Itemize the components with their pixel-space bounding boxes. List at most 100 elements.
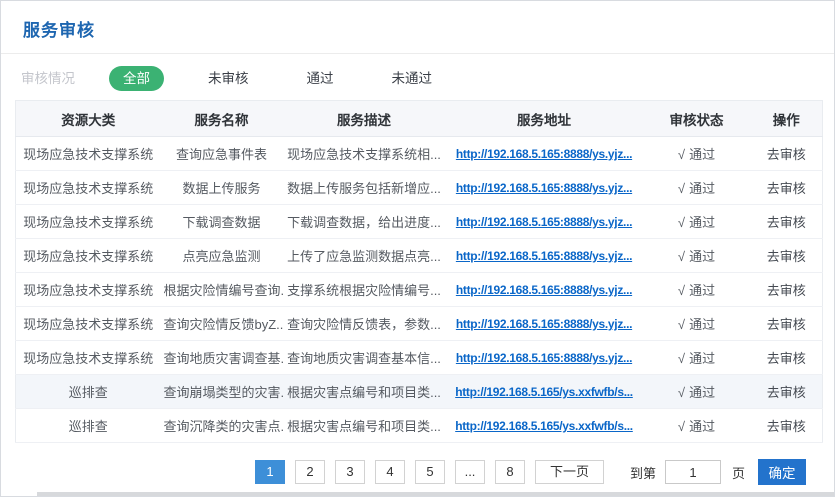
status-label: 通过 bbox=[689, 215, 715, 230]
cell-action: 去审核 bbox=[751, 375, 823, 409]
cell-url: http://192.168.5.165:8888/ys.yjz... bbox=[446, 307, 643, 341]
page-title: 服务审核 bbox=[1, 1, 834, 53]
table-row: 现场应急技术支撑系统 查询灾险情反馈byZ... 查询灾险情反馈表，参数... … bbox=[16, 307, 823, 341]
cell-description: 数据上传服务包括新增应... bbox=[283, 171, 446, 205]
table-row: 巡排查 查询崩塌类型的灾害... 根据灾害点编号和项目类... http://1… bbox=[16, 375, 823, 409]
next-page-button[interactable]: 下一页 bbox=[535, 460, 604, 484]
column-header-status: 审核状态 bbox=[643, 101, 751, 137]
review-action-link[interactable]: 去审核 bbox=[767, 215, 806, 230]
cell-name: 查询应急事件表 bbox=[161, 137, 283, 171]
goto-page-prefix-label: 到第 bbox=[630, 463, 656, 482]
cell-name: 根据灾险情编号查询... bbox=[161, 273, 283, 307]
cell-category: 巡排查 bbox=[16, 409, 161, 443]
check-icon: √ bbox=[678, 181, 685, 196]
service-url-link[interactable]: http://192.168.5.165:8888/ys.yjz... bbox=[456, 147, 632, 161]
cell-action: 去审核 bbox=[751, 273, 823, 307]
filter-options: 全部 未审核 通过 未通过 bbox=[109, 67, 476, 88]
status-label: 通过 bbox=[689, 181, 715, 196]
cell-status: √通过 bbox=[643, 239, 751, 273]
check-icon: √ bbox=[678, 351, 685, 366]
cell-category: 现场应急技术支撑系统 bbox=[16, 307, 161, 341]
cell-name: 查询灾险情反馈byZ... bbox=[161, 307, 283, 341]
review-status-filter-bar: 审核情况 全部未审核通过未通过 bbox=[1, 54, 834, 100]
page-number-button[interactable]: 8 bbox=[495, 460, 525, 484]
cell-description: 上传了应急监测数据点亮... bbox=[283, 239, 446, 273]
table-header: 资源大类 服务名称 服务描述 服务地址 审核状态 操作 bbox=[16, 101, 823, 137]
table-body: 现场应急技术支撑系统 查询应急事件表 现场应急技术支撑系统相... http:/… bbox=[16, 137, 823, 443]
filter-option[interactable]: 通过 bbox=[293, 66, 348, 91]
filter-option[interactable]: 未通过 bbox=[378, 66, 447, 91]
goto-page-input[interactable] bbox=[665, 460, 721, 484]
cell-name: 查询地质灾害调查基... bbox=[161, 341, 283, 375]
cell-status: √ 通过 bbox=[643, 171, 751, 205]
cell-url: http://192.168.5.165/ys.xxfwfb/s... bbox=[446, 409, 643, 443]
cell-description: 查询灾险情反馈表，参数... bbox=[283, 307, 446, 341]
check-icon: √ bbox=[678, 385, 685, 400]
page-number-button[interactable]: 5 bbox=[415, 460, 445, 484]
table-row: 现场应急技术支撑系统 查询应急事件表 现场应急技术支撑系统相... http:/… bbox=[16, 137, 823, 171]
service-url-link[interactable]: http://192.168.5.165:8888/ys.yjz... bbox=[456, 181, 632, 195]
cell-category: 现场应急技术支撑系统 bbox=[16, 273, 161, 307]
cell-action: 去审核 bbox=[751, 409, 823, 443]
column-header-category: 资源大类 bbox=[16, 101, 161, 137]
table-row: 现场应急技术支撑系统 下载调查数据 下载调查数据，给出进度... http://… bbox=[16, 205, 823, 239]
cell-action: 去审核 bbox=[751, 137, 823, 171]
cell-status: √通过 bbox=[643, 137, 751, 171]
cell-category: 现场应急技术支撑系统 bbox=[16, 341, 161, 375]
page-number-button[interactable]: 1 bbox=[255, 460, 285, 484]
cell-url: http://192.168.5.165/ys.xxfwfb/s... bbox=[446, 375, 643, 409]
page-number-button[interactable]: 2 bbox=[295, 460, 325, 484]
table-row: 现场应急技术支撑系统 数据上传服务 数据上传服务包括新增应... http://… bbox=[16, 171, 823, 205]
cell-category: 现场应急技术支撑系统 bbox=[16, 137, 161, 171]
status-label: 通过 bbox=[689, 147, 715, 162]
cell-description: 支撑系统根据灾险情编号... bbox=[283, 273, 446, 307]
review-action-link[interactable]: 去审核 bbox=[767, 419, 806, 434]
cell-name: 数据上传服务 bbox=[161, 171, 283, 205]
cell-status: √ 通过 bbox=[643, 375, 751, 409]
review-action-link[interactable]: 去审核 bbox=[767, 283, 806, 298]
cell-url: http://192.168.5.165:8888/ys.yjz... bbox=[446, 239, 643, 273]
page-number-button[interactable]: 3 bbox=[335, 460, 365, 484]
cell-description: 下载调查数据，给出进度... bbox=[283, 205, 446, 239]
service-url-link[interactable]: http://192.168.5.165:8888/ys.yjz... bbox=[456, 351, 632, 365]
column-header-description: 服务描述 bbox=[283, 101, 446, 137]
cell-status: √通过 bbox=[643, 273, 751, 307]
status-label: 通过 bbox=[689, 385, 715, 400]
service-url-link[interactable]: http://192.168.5.165:8888/ys.yjz... bbox=[456, 317, 632, 331]
services-table: 资源大类 服务名称 服务描述 服务地址 审核状态 操作 现场应急技术支撑系统 查… bbox=[15, 100, 823, 443]
filter-option[interactable]: 未审核 bbox=[194, 66, 263, 91]
cell-description: 根据灾害点编号和项目类... bbox=[283, 409, 446, 443]
review-action-link[interactable]: 去审核 bbox=[767, 249, 806, 264]
table-row: 现场应急技术支撑系统 查询地质灾害调查基... 查询地质灾害调查基本信... h… bbox=[16, 341, 823, 375]
status-label: 通过 bbox=[689, 249, 715, 264]
cell-action: 去审核 bbox=[751, 341, 823, 375]
cell-name: 查询崩塌类型的灾害... bbox=[161, 375, 283, 409]
cell-status: √通过 bbox=[643, 307, 751, 341]
service-url-link[interactable]: http://192.168.5.165/ys.xxfwfb/s... bbox=[455, 419, 633, 433]
confirm-page-button[interactable]: 确定 bbox=[758, 459, 806, 485]
check-icon: √ bbox=[678, 419, 685, 434]
cell-name: 查询沉降类的灾害点... bbox=[161, 409, 283, 443]
review-action-link[interactable]: 去审核 bbox=[767, 385, 806, 400]
page-number-button[interactable]: 4 bbox=[375, 460, 405, 484]
cell-category: 现场应急技术支撑系统 bbox=[16, 205, 161, 239]
filter-option[interactable]: 全部 bbox=[109, 66, 164, 91]
goto-page-suffix-label: 页 bbox=[732, 463, 745, 482]
cell-name: 下载调查数据 bbox=[161, 205, 283, 239]
horizontal-scrollbar[interactable] bbox=[37, 492, 834, 496]
review-action-link[interactable]: 去审核 bbox=[767, 181, 806, 196]
service-url-link[interactable]: http://192.168.5.165:8888/ys.yjz... bbox=[456, 215, 632, 229]
review-action-link[interactable]: 去审核 bbox=[767, 147, 806, 162]
page-ellipsis-button[interactable]: ... bbox=[455, 460, 485, 484]
table-row: 现场应急技术支撑系统 根据灾险情编号查询... 支撑系统根据灾险情编号... h… bbox=[16, 273, 823, 307]
service-url-link[interactable]: http://192.168.5.165/ys.xxfwfb/s... bbox=[455, 385, 633, 399]
service-url-link[interactable]: http://192.168.5.165:8888/ys.yjz... bbox=[456, 249, 632, 263]
column-header-name: 服务名称 bbox=[161, 101, 283, 137]
service-url-link[interactable]: http://192.168.5.165:8888/ys.yjz... bbox=[456, 283, 632, 297]
review-action-link[interactable]: 去审核 bbox=[767, 317, 806, 332]
page-buttons: 12345... 8 bbox=[255, 460, 535, 484]
review-action-link[interactable]: 去审核 bbox=[767, 351, 806, 366]
check-icon: √ bbox=[678, 215, 685, 230]
cell-description: 根据灾害点编号和项目类... bbox=[283, 375, 446, 409]
table-row: 现场应急技术支撑系统 点亮应急监测 上传了应急监测数据点亮... http://… bbox=[16, 239, 823, 273]
